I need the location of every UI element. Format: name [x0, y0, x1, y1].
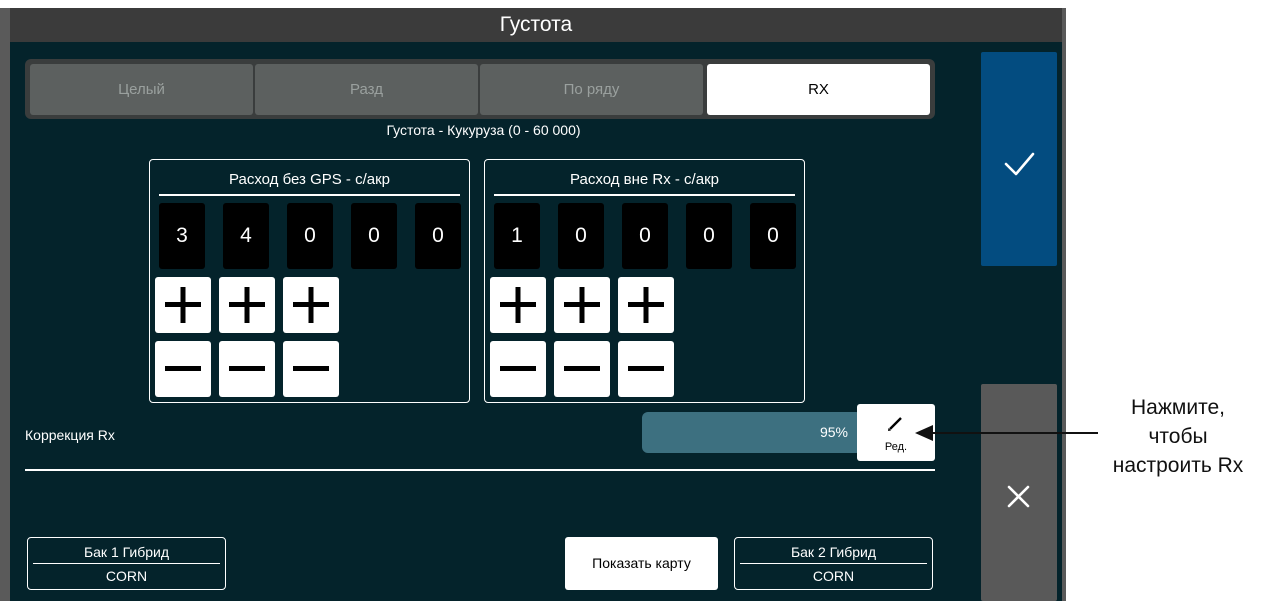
callout-text: Нажмите, чтобы настроить Rx [1092, 393, 1264, 480]
callout-line: Нажмите, [1131, 396, 1225, 419]
callout-line: настроить Rx [1112, 454, 1244, 477]
callout-line: чтобы [1148, 425, 1208, 448]
callout-arrow [915, 425, 1098, 441]
